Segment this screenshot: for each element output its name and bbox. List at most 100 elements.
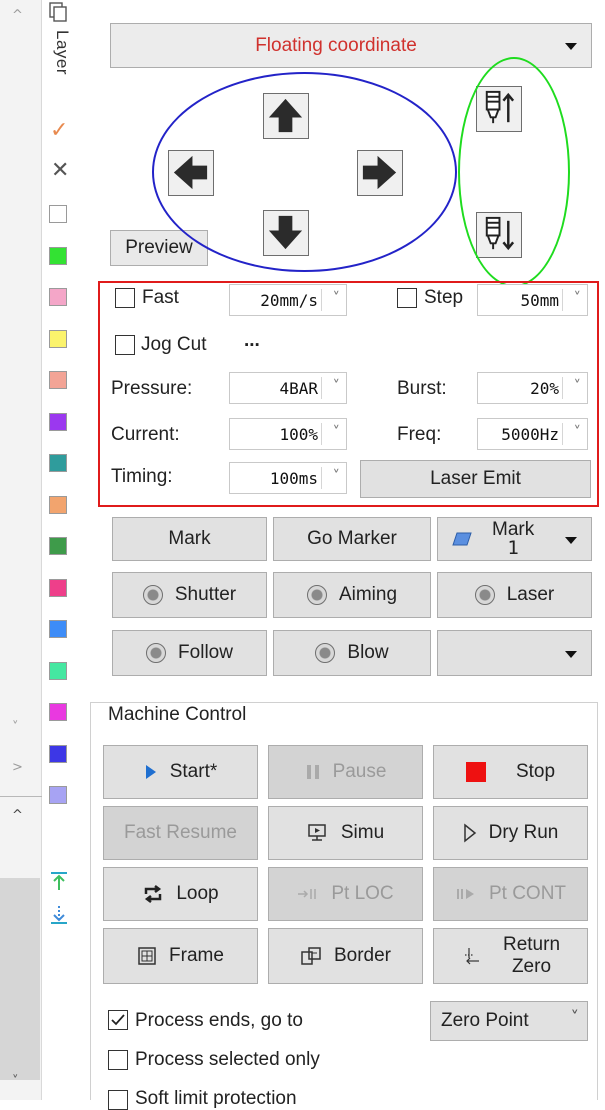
fast-label: Fast (142, 287, 179, 308)
burst-value: 20% (530, 379, 559, 398)
floating-coordinate-dropdown[interactable]: Floating coordinate (110, 23, 592, 68)
soft-limit-checkbox[interactable] (108, 1090, 128, 1110)
z-axis-up-button[interactable] (476, 86, 522, 132)
jog-cut-label: Jog Cut (141, 334, 207, 355)
layer-color-swatch[interactable] (49, 661, 67, 680)
jog-cut-more-button[interactable]: ... (244, 330, 260, 352)
process-ends-checkbox[interactable] (108, 1010, 128, 1030)
layer-color-swatch[interactable] (49, 329, 67, 348)
combo-divider (562, 423, 563, 445)
process-ends-target-value: Zero Point (441, 1010, 529, 1031)
frame-icon (138, 947, 156, 965)
move-left-button[interactable] (168, 150, 214, 196)
go-marker-button[interactable]: Go Marker (273, 517, 431, 561)
shutter-toggle[interactable]: Shutter (112, 572, 267, 618)
pause-button[interactable]: Pause (268, 745, 423, 799)
stop-label: Stop (515, 761, 556, 782)
laser-label: Laser (506, 584, 555, 605)
expand-right-arrow-icon[interactable]: > (12, 760, 23, 775)
layer-color-swatch[interactable] (49, 537, 67, 555)
layer-color-swatch[interactable] (49, 246, 67, 265)
extra-toggle-dropdown[interactable] (437, 630, 592, 676)
stop-button[interactable]: Stop (433, 745, 588, 799)
burst-dropdown[interactable]: 20% ˅ (477, 372, 588, 404)
fast-speed-dropdown[interactable]: 20mm/s ˅ (229, 284, 347, 316)
timing-value: 100ms (269, 469, 318, 488)
layer-color-swatch[interactable] (49, 578, 67, 597)
layer-color-swatch[interactable] (49, 205, 67, 223)
pt-cont-label: Pt CONT (488, 883, 567, 904)
chevron-down-icon: ˅ (573, 377, 582, 395)
blow-toggle[interactable]: Blow (273, 630, 431, 676)
step-value-dropdown[interactable]: 50mm ˅ (477, 284, 588, 316)
follow-toggle[interactable]: Follow (112, 630, 267, 676)
step-checkbox[interactable] (397, 288, 417, 308)
aiming-toggle[interactable]: Aiming (273, 572, 431, 618)
combo-divider (321, 423, 322, 445)
process-ends-target-dropdown[interactable]: Zero Point ˅ (430, 1001, 588, 1041)
chevron-down-icon: ˅ (332, 467, 341, 485)
scroll-up-arrow-icon[interactable]: ^ (12, 808, 23, 823)
layer-color-swatch[interactable] (49, 703, 67, 721)
step-value: 50mm (520, 291, 559, 310)
layer-color-swatch[interactable] (49, 371, 67, 389)
go-marker-label: Go Marker (307, 528, 397, 549)
mark-button[interactable]: Mark (112, 517, 267, 561)
pt-cont-button[interactable]: Pt CONT (433, 867, 588, 921)
layer-color-swatch[interactable] (49, 412, 67, 431)
preview-button[interactable]: Preview (110, 230, 208, 266)
move-to-top-icon[interactable] (48, 870, 70, 892)
combo-divider (321, 289, 322, 311)
arrow-up-icon (268, 98, 303, 133)
layer-color-swatch[interactable] (49, 786, 67, 804)
dry-run-button[interactable]: Dry Run (433, 806, 588, 860)
border-button[interactable]: Border (268, 928, 423, 984)
frame-button[interactable]: Frame (103, 928, 258, 984)
laser-emit-button[interactable]: Laser Emit (360, 460, 591, 498)
layer-color-swatch[interactable] (49, 454, 67, 472)
mark-slot-dropdown[interactable]: Mark 1 (437, 517, 592, 561)
simu-button[interactable]: Simu (268, 806, 423, 860)
freq-label: Freq: (397, 424, 442, 445)
return-zero-button[interactable]: Return Zero (433, 928, 588, 984)
return-zero-label-line1: Return (502, 934, 561, 955)
layer-color-swatch[interactable] (49, 744, 67, 763)
combo-divider (562, 289, 563, 311)
process-selected-only-checkbox[interactable] (108, 1050, 128, 1070)
close-icon[interactable]: ✕ (51, 158, 69, 183)
move-down-button[interactable] (263, 210, 309, 256)
timing-dropdown[interactable]: 100ms ˅ (229, 462, 347, 494)
z-axis-down-button[interactable] (476, 212, 522, 258)
play-icon (145, 765, 156, 779)
jog-cut-checkbox[interactable] (115, 335, 135, 355)
pressure-dropdown[interactable]: 4BAR ˅ (229, 372, 347, 404)
chevron-down-icon: ˅ (332, 377, 341, 395)
move-up-button[interactable] (263, 93, 309, 139)
layer-color-swatch[interactable] (49, 620, 67, 638)
return-zero-label-line2: Zero (511, 956, 552, 977)
radio-indicator-icon (474, 585, 495, 605)
scroll-up-arrow-icon[interactable]: ^ (12, 8, 23, 23)
chevron-down-icon: ˅ (573, 289, 582, 307)
floating-coordinate-label: Floating coordinate (255, 35, 417, 56)
laser-emit-label: Laser Emit (430, 468, 521, 489)
chevron-down-icon: ˅ (332, 423, 341, 441)
fast-checkbox[interactable] (115, 288, 135, 308)
layer-color-swatch[interactable] (49, 495, 67, 514)
layer-color-swatch[interactable] (49, 288, 67, 306)
freq-dropdown[interactable]: 5000Hz ˅ (477, 418, 588, 450)
pt-loc-button[interactable]: Pt LOC (268, 867, 423, 921)
move-right-button[interactable] (357, 150, 403, 196)
scroll-down-arrow-icon[interactable]: ˅ (12, 720, 19, 735)
checkmark-icon[interactable]: ✓ (50, 118, 68, 143)
laser-toggle[interactable]: Laser (437, 572, 592, 618)
fast-resume-button[interactable]: Fast Resume (103, 806, 258, 860)
current-dropdown[interactable]: 100% ˅ (229, 418, 347, 450)
start-button[interactable]: Start* (103, 745, 258, 799)
arrow-down-icon (268, 215, 303, 250)
move-to-bottom-icon[interactable] (48, 904, 70, 926)
scrollbar-thumb[interactable] (0, 878, 40, 1080)
loop-button[interactable]: Loop (103, 867, 258, 921)
layer-tab-label[interactable]: Layer (46, 30, 72, 75)
scroll-down-arrow-icon[interactable]: ˅ (12, 1074, 19, 1089)
